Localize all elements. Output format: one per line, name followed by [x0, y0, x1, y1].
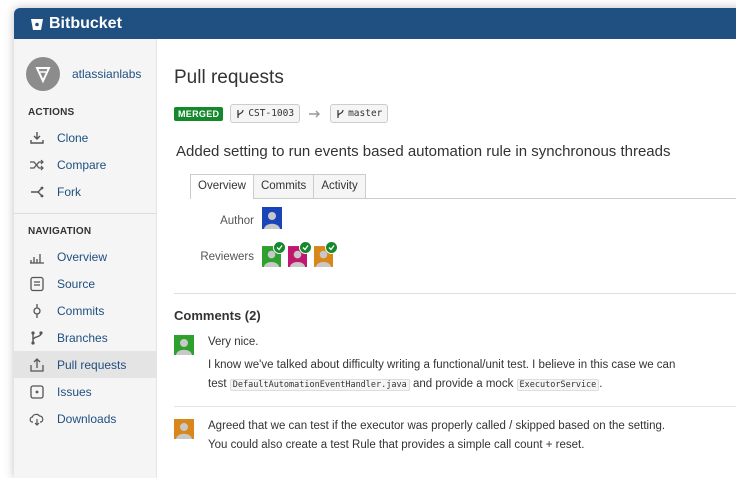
compare-icon [28, 157, 46, 173]
bitbucket-logo[interactable]: Bitbucket [30, 15, 122, 33]
sidebar-item-label: Compare [57, 157, 107, 172]
pull-requests-icon [28, 357, 46, 373]
reviewers-label: Reviewers [200, 250, 254, 263]
overview-icon [28, 249, 46, 265]
author-row: Author [174, 207, 736, 234]
comment-divider [174, 406, 736, 407]
sidebar-item-label: Fork [57, 184, 81, 199]
target-branch-name: master [348, 108, 383, 119]
sidebar-item-downloads[interactable]: Downloads [14, 405, 156, 432]
sidebar-item-label: Overview [57, 249, 108, 264]
comment: Agreed that we can test if the executor … [174, 419, 736, 455]
comment: Very nice. I know we've talked about dif… [174, 335, 736, 395]
sidebar-item-label: Branches [57, 330, 108, 345]
comment-text-line: test DefaultAutomationEventHandler.java … [208, 375, 675, 395]
status-badge: MERGED [174, 106, 224, 121]
clone-icon [28, 130, 46, 146]
comment-text: Very nice. [208, 336, 259, 348]
sidebar-item-label: Downloads [57, 411, 117, 426]
sidebar-divider [14, 213, 156, 214]
sidebar-item-commits[interactable]: Commits [14, 297, 156, 324]
reviewer-avatar[interactable] [262, 241, 286, 267]
atlassian-logo-icon [35, 67, 51, 84]
sidebar-item-fork[interactable]: Fork [14, 178, 156, 205]
sidebar-item-branches[interactable]: Branches [14, 324, 156, 351]
sidebar-item-label: Issues [57, 384, 92, 399]
comment-body: Very nice. I know we've talked about dif… [208, 333, 675, 395]
reviewer-avatar[interactable] [314, 241, 338, 267]
issues-icon [28, 384, 46, 400]
comment-text: test [208, 378, 227, 390]
fork-icon [28, 184, 46, 200]
bitbucket-bucket-icon [31, 18, 43, 30]
sidebar-item-source[interactable]: Source [14, 270, 156, 297]
commenter-avatar[interactable] [174, 419, 194, 439]
sidebar-item-label: Pull requests [57, 357, 127, 372]
sidebar-item-compare[interactable]: Compare [14, 151, 156, 178]
source-branch-name: CST-1003 [248, 108, 295, 119]
source-branch[interactable]: CST-1003 [230, 104, 301, 123]
user-avatar-icon [174, 419, 194, 439]
branch-icon [337, 109, 344, 118]
sidebar-item-label: Source [57, 276, 96, 291]
actions-heading: ACTIONS [28, 107, 75, 118]
comment-text: Agreed that we can test if the executor … [208, 420, 666, 432]
user-avatar-icon [174, 335, 194, 355]
branch-icon [237, 109, 244, 118]
owner-name: atlassianlabs [72, 67, 142, 81]
sidebar-item-overview[interactable]: Overview [14, 243, 156, 270]
sidebar: atlassianlabs ACTIONS Clone Compare Fork… [14, 39, 157, 478]
target-branch[interactable]: master [330, 104, 389, 123]
sidebar-item-label: Clone [57, 130, 89, 145]
downloads-icon [28, 411, 46, 427]
branch-info: MERGED CST-1003 master [174, 104, 736, 123]
app-window: Bitbucket atlassianlabs ACTIONS Clone Co… [14, 8, 736, 478]
sidebar-item-clone[interactable]: Clone [14, 124, 156, 151]
app-name: Bitbucket [49, 14, 122, 32]
reviewer-avatar[interactable] [288, 241, 312, 267]
reviewers-row: Reviewers [174, 241, 736, 267]
approved-check-icon [299, 241, 312, 254]
tab-activity[interactable]: Activity [313, 174, 366, 198]
approved-check-icon [273, 241, 286, 254]
commenter-avatar[interactable] [174, 335, 194, 355]
sidebar-item-label: Commits [57, 303, 105, 318]
sidebar-item-pull-requests[interactable]: Pull requests [14, 351, 156, 378]
branches-icon [28, 330, 46, 346]
tab-commits[interactable]: Commits [252, 174, 315, 198]
reviewer-list [262, 241, 340, 267]
source-icon [28, 276, 46, 292]
comment-text: . [599, 378, 603, 390]
navigation-heading: NAVIGATION [28, 226, 92, 237]
commits-icon [28, 303, 46, 319]
repo-owner[interactable]: atlassianlabs [14, 39, 156, 95]
comment-text: and provide a mock [412, 378, 514, 390]
tab-overview[interactable]: Overview [190, 174, 254, 199]
approved-check-icon [325, 241, 338, 254]
top-bar: Bitbucket [14, 8, 736, 39]
pr-tabs: Overview Commits Activity [190, 174, 736, 199]
inline-code: ExecutorService [516, 379, 600, 391]
arrow-right-icon [308, 109, 322, 119]
inline-code: DefaultAutomationEventHandler.java [229, 379, 410, 391]
avatar [26, 57, 60, 91]
comment-text: I know we've talked about difficulty wri… [208, 359, 676, 371]
sidebar-item-issues[interactable]: Issues [14, 378, 156, 405]
section-divider [174, 293, 736, 294]
page-title: Pull requests [174, 67, 284, 88]
comment-text: You could also create a test Rule that p… [208, 439, 585, 451]
author-label: Author [220, 214, 254, 227]
user-avatar-icon [262, 207, 282, 229]
author-avatar[interactable] [262, 207, 282, 234]
comments-heading: Comments (2) [174, 308, 261, 323]
main-content: Pull requests MERGED CST-1003 master Add… [174, 39, 736, 478]
pull-request-title: Added setting to run events based automa… [176, 143, 671, 160]
comment-body: Agreed that we can test if the executor … [208, 417, 665, 455]
